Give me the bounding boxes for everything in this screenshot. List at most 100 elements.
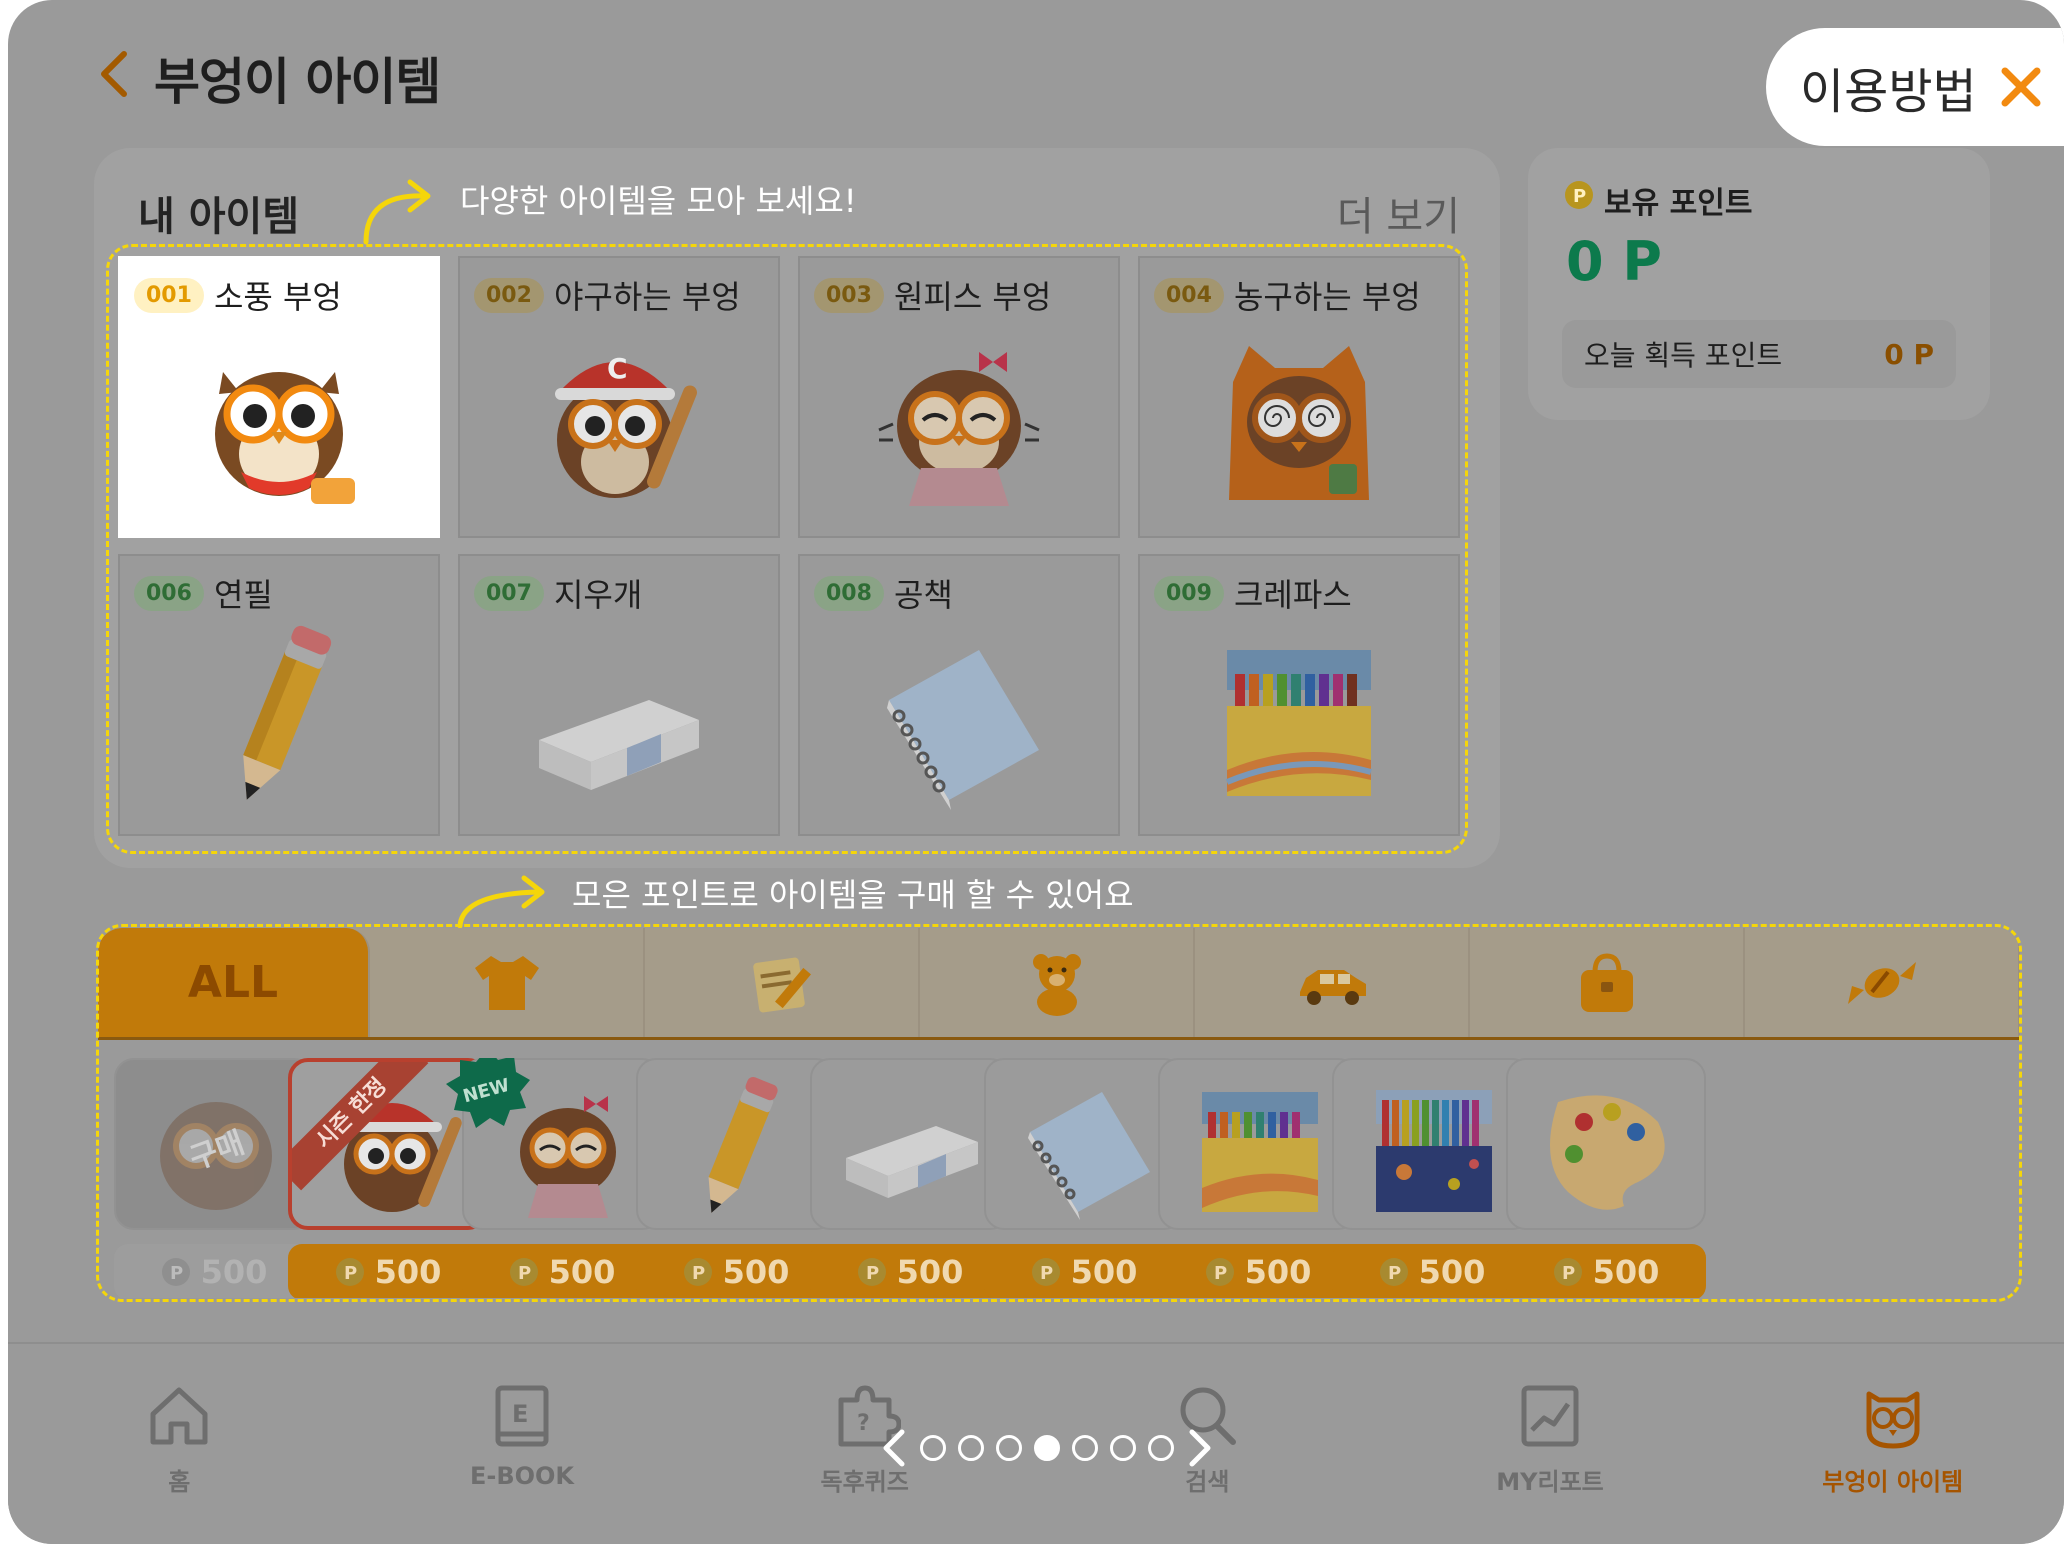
- price-value: 500: [374, 1253, 442, 1291]
- picnic-owl-icon: [215, 372, 355, 504]
- item-card[interactable]: 002 야구하는 부엉 C: [458, 256, 780, 538]
- page-dot[interactable]: [1110, 1435, 1136, 1461]
- price-value: 500: [896, 1253, 964, 1291]
- svg-text:P: P: [1562, 1263, 1575, 1284]
- shop-item[interactable]: P 500: [1506, 1058, 1706, 1298]
- item-card[interactable]: 003 원피스 부엉: [798, 256, 1120, 538]
- crayon-box-icon: [1225, 650, 1372, 796]
- today-points-box: 오늘 획득 포인트 0 P: [1562, 320, 1956, 388]
- pencil-icon: [708, 1076, 778, 1213]
- page-dot[interactable]: [1148, 1435, 1174, 1461]
- shop-item-row: 구매 P 500 시즌 한정 P 500 NEW P 500 P 500 P 5…: [114, 1058, 2018, 1298]
- page-dot[interactable]: [996, 1435, 1022, 1461]
- nav-item-home[interactable]: 홈: [8, 1344, 351, 1544]
- svg-text:P: P: [1388, 1263, 1401, 1284]
- price-value: 500: [722, 1253, 790, 1291]
- point-coin-icon: P: [1031, 1258, 1060, 1286]
- page-dot[interactable]: [920, 1435, 946, 1461]
- item-card[interactable]: 004 농구하는 부엉: [1138, 256, 1460, 538]
- point-coin-icon: P: [1205, 1258, 1234, 1286]
- nav-item-owl-items[interactable]: 부엉이 아이템: [1721, 1344, 2064, 1544]
- nav-label: 홈: [168, 1468, 191, 1496]
- chevron-left-icon[interactable]: [878, 1426, 908, 1470]
- item-card[interactable]: 007 지우개: [458, 554, 780, 836]
- point-coin-icon: P: [335, 1258, 364, 1286]
- item-card[interactable]: 001 소풍 부엉: [118, 256, 440, 538]
- item-name: 크레파스: [1233, 576, 1352, 614]
- shop-item[interactable]: P 500: [1158, 1058, 1358, 1298]
- svg-text:C: C: [607, 352, 628, 385]
- item-code-badge: 004: [1154, 277, 1224, 313]
- shop-item[interactable]: 구매 P 500: [114, 1058, 314, 1298]
- price-tag[interactable]: P 500: [636, 1244, 836, 1298]
- shop-item[interactable]: P 500: [810, 1058, 1010, 1298]
- more-link[interactable]: 더 보기: [1337, 184, 1460, 242]
- price-tag[interactable]: P 500: [1158, 1244, 1358, 1298]
- point-coin-icon: P: [857, 1258, 886, 1286]
- shop-item-thumb: [1332, 1058, 1532, 1230]
- svg-text:P: P: [1573, 186, 1586, 207]
- nav-label: E-BOOK: [469, 1462, 575, 1490]
- price-tag[interactable]: P 500: [1332, 1244, 1532, 1298]
- home-icon: [150, 1387, 208, 1445]
- owl-nav-icon: [1866, 1391, 1920, 1449]
- shop-item[interactable]: P 500: [984, 1058, 1184, 1298]
- color-pencils-icon: [1376, 1090, 1492, 1212]
- price-value: 500: [1244, 1253, 1312, 1291]
- nav-item-report[interactable]: MY리포트: [1379, 1344, 1722, 1544]
- howto-button[interactable]: 이용방법: [1766, 28, 2064, 146]
- points-label: 보유 포인트: [1604, 186, 1753, 221]
- item-name: 지우개: [553, 576, 643, 614]
- item-card[interactable]: 009 크레파스: [1138, 554, 1460, 836]
- item-card[interactable]: 008 공책: [798, 554, 1120, 836]
- item-card[interactable]: 006 연필: [118, 554, 440, 836]
- close-icon[interactable]: [1999, 65, 2043, 109]
- shop-item[interactable]: NEW P 500: [446, 1058, 662, 1298]
- item-code-badge: 008: [814, 575, 884, 611]
- guide-arrow-icon: [363, 179, 431, 245]
- nav-label: 부엉이 아이템: [1822, 1468, 1964, 1496]
- card-header: 001 소풍 부엉: [134, 272, 342, 318]
- price-tag[interactable]: P 500: [984, 1244, 1184, 1298]
- item-name: 원피스 부엉: [893, 278, 1052, 316]
- page-dot-active[interactable]: [1034, 1435, 1060, 1461]
- palette-icon: [1550, 1095, 1665, 1210]
- price-tag[interactable]: P 500: [810, 1244, 1010, 1298]
- page-dot[interactable]: [1072, 1435, 1098, 1461]
- price-tag[interactable]: P 500: [288, 1244, 488, 1298]
- nav-item-ebook[interactable]: E E-BOOK: [351, 1344, 694, 1544]
- card-header: 004 농구하는 부엉: [1154, 272, 1421, 318]
- svg-text:P: P: [518, 1263, 531, 1284]
- my-items-grid: 001 소풍 부엉 002 야구하는 부엉 C 003 원피스 부엉 004 농…: [118, 256, 1460, 836]
- page-dot[interactable]: [958, 1435, 984, 1461]
- item-code-badge: 001: [134, 277, 204, 313]
- price-tag[interactable]: P 500: [462, 1244, 662, 1298]
- svg-text:P: P: [1040, 1263, 1053, 1284]
- price-tag[interactable]: P 500: [1506, 1244, 1706, 1298]
- card-header: 006 연필: [134, 570, 273, 616]
- item-name: 연필: [213, 576, 273, 614]
- svg-text:P: P: [866, 1263, 879, 1284]
- shop-item[interactable]: P 500: [1332, 1058, 1532, 1298]
- item-code-badge: 003: [814, 277, 884, 313]
- baseball-owl-icon: C: [555, 352, 697, 498]
- point-coin-icon: P: [509, 1258, 538, 1286]
- chevron-right-icon[interactable]: [1186, 1426, 1216, 1470]
- price-value: 500: [1592, 1253, 1660, 1291]
- card-header: 002 야구하는 부엉: [474, 272, 741, 318]
- nav-label: MY리포트: [1496, 1468, 1604, 1496]
- shop-item[interactable]: P 500: [636, 1058, 836, 1298]
- item-code-badge: 009: [1154, 575, 1224, 611]
- svg-text:P: P: [170, 1263, 183, 1284]
- points-panel: P 보유 포인트 0 P 오늘 획득 포인트 0 P: [1528, 148, 1990, 420]
- price-tag[interactable]: P 500: [114, 1244, 314, 1298]
- report-icon: [1521, 1385, 1579, 1447]
- item-name: 야구하는 부엉: [553, 278, 741, 316]
- card-header: 003 원피스 부엉: [814, 272, 1051, 318]
- shop-item-thumb: [810, 1058, 1010, 1230]
- today-points-value: 0 P: [1884, 337, 1934, 371]
- back-arrow-icon[interactable]: [90, 46, 140, 102]
- card-header: 007 지우개: [474, 570, 642, 616]
- svg-text:P: P: [344, 1263, 357, 1284]
- shop-item-thumb: [984, 1058, 1184, 1230]
